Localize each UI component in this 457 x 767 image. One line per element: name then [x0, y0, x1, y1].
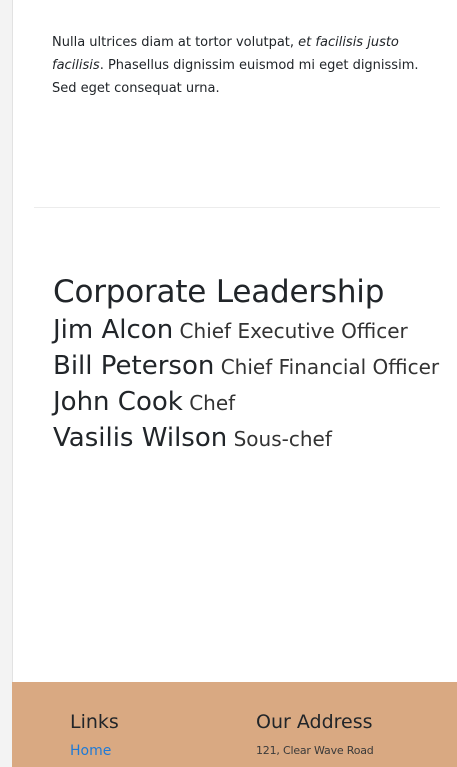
leader-name: Bill Peterson [53, 351, 215, 381]
leader-item: John Cook Chef [53, 388, 443, 418]
leader-item: Jim Alcon Chief Executive Officer [53, 316, 443, 346]
footer-links-column: Links Home [70, 709, 119, 759]
footer-address-heading: Our Address [256, 711, 373, 733]
intro-text-start: Nulla ultrices diam at tortor volutpat, [52, 35, 299, 50]
leader-item: Vasilis Wilson Sous-chef [53, 424, 443, 454]
footer-address-line: 121, Clear Wave Road [256, 744, 374, 757]
leader-role: Chief Executive Officer [179, 319, 408, 343]
left-scroll-rail [0, 0, 13, 767]
intro-text-end: . Phasellus dignissim euismod mi eget di… [52, 58, 419, 96]
leader-role: Sous-chef [233, 427, 332, 451]
site-footer: Links Home Our Address 121, Clear Wave R… [12, 682, 457, 767]
corporate-leadership-section: Corporate Leadership Jim Alcon Chief Exe… [53, 270, 443, 460]
section-divider [34, 207, 440, 208]
leader-role: Chef [189, 391, 236, 415]
footer-links-heading: Links [70, 711, 119, 733]
section-title: Corporate Leadership [53, 274, 385, 310]
leader-name: John Cook [53, 387, 183, 417]
leader-item: Bill Peterson Chief Financial Officer [53, 352, 443, 382]
leader-name: Vasilis Wilson [53, 423, 228, 453]
intro-paragraph: Nulla ultrices diam at tortor volutpat, … [52, 31, 422, 100]
footer-link-home[interactable]: Home [70, 743, 119, 759]
footer-address-column: Our Address 121, Clear Wave Road [256, 709, 374, 757]
leader-role: Chief Financial Officer [220, 355, 440, 379]
leader-name: Jim Alcon [53, 315, 174, 345]
